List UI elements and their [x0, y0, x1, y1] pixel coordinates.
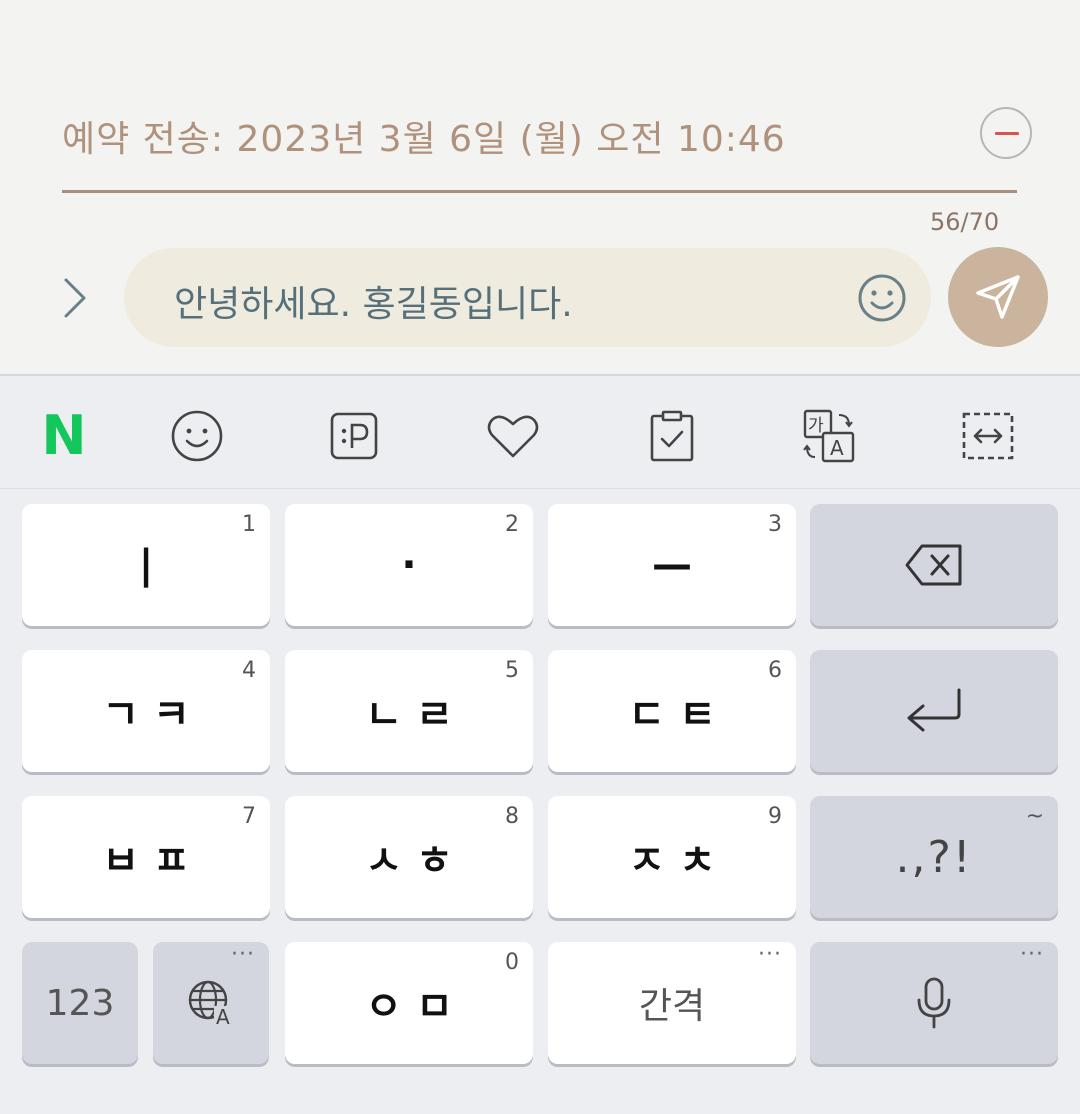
keyboard: 1 | 2 · 3 — 4 ㄱㅋ 5 ㄴㄹ 6 ㄷㅌ 7 ㅂㅍ 8 ㅅㅎ 9 ㅈ…: [0, 489, 1080, 1114]
send-button[interactable]: [948, 247, 1048, 347]
mic-key[interactable]: ···: [810, 942, 1058, 1064]
clipboard-icon[interactable]: [642, 406, 702, 466]
translate-icon[interactable]: 가A: [800, 406, 860, 466]
message-text: 안녕하세요. 홍길동입니다.: [174, 284, 573, 325]
globe-icon: A: [188, 980, 234, 1028]
backspace-icon: [905, 544, 962, 586]
schedule-divider: [62, 190, 1017, 193]
key-3[interactable]: 3 —: [548, 504, 796, 626]
svg-text:A: A: [830, 436, 844, 460]
language-key[interactable]: ··· A: [153, 942, 269, 1064]
compose-area: 예약 전송: 2023년 3월 6일 (월) 오전 10:46 56/70 안녕…: [0, 0, 1080, 347]
key-6[interactable]: 6 ㄷㅌ: [548, 650, 796, 772]
minus-circle-icon[interactable]: [980, 107, 1032, 159]
resize-icon[interactable]: [958, 406, 1018, 466]
key-4[interactable]: 4 ㄱㅋ: [22, 650, 270, 772]
emoji-icon[interactable]: [167, 406, 227, 466]
key-0[interactable]: 0 ㅇㅁ: [285, 942, 533, 1064]
backspace-key[interactable]: [810, 504, 1058, 626]
smiley-icon[interactable]: [856, 272, 908, 324]
heart-icon[interactable]: [483, 406, 543, 466]
key-9[interactable]: 9 ㅈㅊ: [548, 796, 796, 918]
key-8[interactable]: 8 ㅅㅎ: [285, 796, 533, 918]
scheduled-send-label[interactable]: 예약 전송: 2023년 3월 6일 (월) 오전 10:46: [62, 110, 786, 162]
punctuation-key[interactable]: ~ .,?!: [810, 796, 1058, 918]
enter-key[interactable]: [810, 650, 1058, 772]
chevron-right-icon[interactable]: [52, 274, 96, 322]
enter-icon: [907, 688, 961, 732]
sticker-icon[interactable]: [324, 406, 384, 466]
key-2[interactable]: 2 ·: [285, 504, 533, 626]
paper-plane-icon: [976, 275, 1020, 319]
mic-icon: [917, 977, 951, 1029]
keyboard-toolbar: N 가A: [0, 374, 1080, 489]
message-input[interactable]: 안녕하세요. 홍길동입니다.: [124, 248, 931, 347]
numbers-key[interactable]: 123: [22, 942, 138, 1064]
svg-text:A: A: [216, 1005, 230, 1028]
key-1[interactable]: 1 |: [22, 504, 270, 626]
naver-n-icon[interactable]: N: [34, 406, 94, 466]
space-key[interactable]: ··· 간격: [548, 942, 796, 1064]
svg-text:가: 가: [808, 416, 824, 436]
key-7[interactable]: 7 ㅂㅍ: [22, 796, 270, 918]
key-5[interactable]: 5 ㄴㄹ: [285, 650, 533, 772]
char-count: 56/70: [930, 208, 1000, 236]
